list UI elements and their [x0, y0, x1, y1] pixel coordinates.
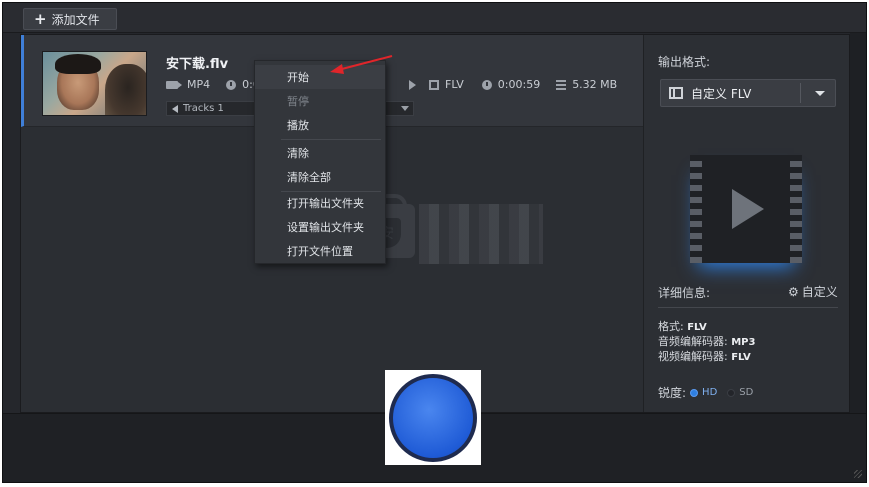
film-icon: [429, 79, 439, 90]
divider: [658, 307, 838, 308]
file-name: 安下载.flv: [166, 57, 229, 72]
hd-label: HD: [702, 387, 718, 398]
output-format-label: 输出格式:: [658, 55, 711, 69]
sd-label: SD: [739, 387, 754, 398]
menu-separator: [281, 139, 381, 140]
toolbar: + 添加文件: [3, 3, 866, 33]
output-settings-panel: 输出格式: 自定义 FLV 详细信息: ⚙ 自定义 格式: FLV 音频编解码器…: [643, 35, 849, 412]
output-preview: [690, 155, 802, 263]
gear-icon: ⚙: [788, 284, 799, 299]
convert-arrow-icon: [409, 80, 416, 90]
scrollbar-track[interactable]: [850, 33, 866, 413]
video-codec-label: 视频编解码器:: [658, 350, 728, 363]
audio-codec-info: 音频编解码器: MP3: [658, 333, 755, 349]
watermark: 安: [361, 190, 543, 270]
video-codec-value: FLV: [731, 352, 751, 363]
clock-icon: [481, 79, 492, 90]
play-icon: [732, 189, 764, 229]
main-panel: 安下载.flv MP4 0:00: FLV 0:00:59 5.32 MB: [20, 34, 850, 413]
video-codec-info: 视频编解码器: FLV: [658, 348, 751, 364]
resize-grip-icon[interactable]: [854, 470, 862, 478]
video-camera-icon: [166, 80, 182, 89]
mosaic-blur: [419, 204, 543, 264]
menu-item-open-file-location[interactable]: 打开文件位置: [255, 239, 385, 263]
menu-item-open-output-folder[interactable]: 打开输出文件夹: [255, 191, 385, 215]
menu-item-set-output-folder[interactable]: 设置输出文件夹: [255, 215, 385, 239]
clock-icon: [226, 79, 237, 90]
add-file-button[interactable]: + 添加文件: [23, 8, 117, 30]
menu-item-pause[interactable]: 暂停: [255, 89, 385, 113]
output-size: 5.32 MB: [572, 78, 618, 91]
audio-codec-value: MP3: [731, 337, 756, 348]
hd-radio[interactable]: [690, 388, 699, 397]
output-meta: FLV 0:00:59 5.32 MB: [429, 78, 617, 91]
chevron-down-icon: [815, 91, 825, 96]
output-format-value: 自定义 FLV: [691, 86, 752, 101]
audio-track-value: Tracks 1: [183, 103, 224, 114]
details-label: 详细信息:: [658, 286, 711, 300]
sharpness-label: 锐度:: [658, 386, 687, 400]
convert-button-area: [385, 370, 481, 465]
annotation-arrow-icon: [330, 55, 393, 74]
context-menu: 开始 暂停 播放 清除 清除全部 打开输出文件夹 设置输出文件夹 打开文件位置: [254, 60, 386, 264]
sharpness-options: 锐度: HD SD: [658, 384, 753, 401]
format-info: 格式: FLV: [658, 318, 707, 334]
menu-item-play[interactable]: 播放: [255, 113, 385, 137]
file-size-icon: [556, 79, 567, 90]
format-info-value: FLV: [687, 322, 707, 333]
output-format: FLV: [445, 78, 464, 91]
output-format-select[interactable]: 自定义 FLV: [660, 79, 836, 107]
speaker-icon: [172, 104, 178, 113]
menu-item-clear[interactable]: 清除: [255, 141, 385, 165]
plus-icon: +: [34, 9, 47, 28]
menu-item-clear-all[interactable]: 清除全部: [255, 165, 385, 189]
convert-button[interactable]: [389, 374, 477, 462]
film-icon: [669, 87, 683, 99]
audio-codec-label: 音频编解码器:: [658, 335, 728, 348]
sd-radio[interactable]: [727, 388, 736, 397]
chevron-down-icon: [401, 106, 409, 111]
custom-settings-button[interactable]: ⚙ 自定义: [788, 283, 838, 300]
output-duration: 0:00:59: [497, 78, 541, 91]
video-thumbnail: [42, 51, 147, 116]
custom-settings-label: 自定义: [801, 285, 838, 299]
add-file-label: 添加文件: [51, 12, 100, 27]
source-format: MP4: [187, 78, 211, 91]
format-info-label: 格式:: [658, 320, 684, 333]
